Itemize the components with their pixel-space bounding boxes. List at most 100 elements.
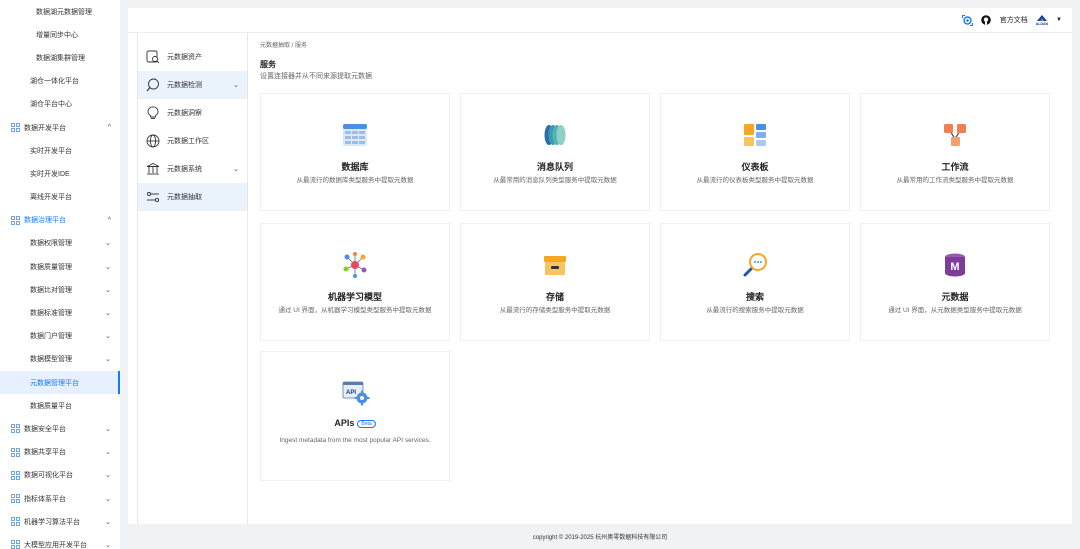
service-card-title-text: 存储	[545, 292, 564, 302]
top-header: 官方文档 ALDAN ▼	[128, 8, 1072, 32]
sidebar-item[interactable]: 指标体系平台 ⌄	[0, 487, 120, 510]
sidebar-item[interactable]: 数据模型管理 ⌄	[0, 348, 120, 371]
sidebar-item[interactable]: 实时开发IDE	[0, 162, 120, 185]
platform-icon	[11, 215, 20, 225]
subnav-item[interactable]: 元数据洞察	[138, 99, 247, 127]
brand-logo[interactable]: ALDAN	[1036, 14, 1048, 26]
sidebar-item-label: 数据标准管理	[30, 310, 72, 318]
sidebar-item[interactable]: 数据安全平台 ⌄	[0, 417, 120, 440]
sidebar-item[interactable]: 数据权限管理 ⌄	[0, 232, 120, 255]
sidebar-item[interactable]: 数据开发平台 ^	[0, 116, 120, 139]
sidebar-item[interactable]: 湖仓一体化平台	[0, 70, 120, 93]
docs-link[interactable]: 官方文档	[1000, 15, 1028, 25]
sidebar-item-label: 数据质量平台	[30, 402, 72, 410]
subnav-icon	[146, 78, 160, 92]
service-card-title-text: 工作流	[941, 162, 969, 172]
settings-eye-icon[interactable]	[961, 14, 973, 26]
chevron-icon: ^	[107, 124, 111, 132]
service-card-title: 元数据	[861, 290, 1049, 303]
sidebar-item[interactable]: 元数据管理平台	[0, 371, 120, 395]
sidebar-item[interactable]: 数据门户管理 ⌄	[0, 325, 120, 348]
content-panel: 元数据资产 元数据检测 ⌄ 元数据洞察元数据工作区元数据系统 ⌄ 元数据抽取 元数据抽取 …	[128, 32, 1072, 525]
sidebar-item-label: 数据权限管理	[30, 240, 72, 248]
sidebar-item[interactable]: 大模型应用开发平台 ⌄	[0, 533, 120, 549]
platform-icon	[11, 447, 20, 457]
service-card-title: APIs Beta	[261, 418, 449, 428]
sidebar-item[interactable]: 数据质量平台	[0, 394, 120, 417]
user-dropdown-icon[interactable]: ▼	[1056, 17, 1062, 23]
sidebar-item-label: 实时开发平台	[30, 147, 72, 155]
platform-icon	[11, 470, 20, 480]
sidebar-item[interactable]: 数据治理平台 ^	[0, 209, 120, 232]
sidebar-item[interactable]: 增量同步中心	[0, 23, 120, 46]
sidebar-item-label: 数据可视化平台	[24, 472, 73, 480]
sidebar-item[interactable]: 数据质量管理 ⌄	[0, 255, 120, 278]
service-card-title: 数据库	[261, 160, 449, 173]
service-card-description: 从最流行的数据库类型服务中提取元数据	[296, 177, 414, 184]
copyright-footer: copyright © 2019-2025 杭州奥零数据科技有限公司	[532, 535, 668, 541]
sidebar-item[interactable]: 数据标准管理 ⌄	[0, 301, 120, 324]
ml-model-icon	[342, 252, 368, 278]
chevron-icon: ⌄	[105, 425, 111, 433]
chevron-icon: ⌄	[105, 495, 111, 503]
sidebar-item[interactable]: 数据共享平台 ⌄	[0, 441, 120, 464]
message-queue-icon	[542, 122, 568, 148]
chevron-down-icon: ⌄	[233, 166, 239, 173]
breadcrumb[interactable]: 元数据抽取 / 服务	[260, 40, 307, 49]
service-card-title-text: 数据库	[341, 162, 369, 172]
page-title: 服务	[260, 60, 276, 69]
subnav-item[interactable]: 元数据检测 ⌄	[138, 71, 247, 99]
sidebar-item[interactable]: 离线开发平台	[0, 186, 120, 209]
services-main: 元数据抽取 / 服务 服务 设置连接器并从不同来源提取元数据 数据库 从最流行的数…	[260, 33, 1072, 524]
chevron-icon: ^	[107, 216, 111, 224]
subnav-icon	[146, 134, 160, 148]
subnav-icon	[146, 106, 160, 120]
sidebar-item[interactable]: 实时开发平台	[0, 139, 120, 162]
sidebar-item[interactable]: 数据湖元数据管理	[0, 0, 120, 23]
subnav-item-label: 元数据工作区	[167, 138, 209, 145]
subnav-item[interactable]: 元数据系统 ⌄	[138, 155, 247, 183]
service-card[interactable]: 搜索 从最流行的搜索服务中提取元数据	[660, 223, 850, 341]
beta-badge: Beta	[357, 419, 376, 428]
service-card[interactable]: M 元数据通过 UI 界面，从元数据类型服务中提取元数据	[860, 223, 1050, 341]
chevron-icon: ⌄	[105, 541, 111, 549]
metadata-subnav: 元数据资产 元数据检测 ⌄ 元数据洞察元数据工作区元数据系统 ⌄ 元数据抽取	[137, 33, 248, 525]
chevron-icon: ⌄	[105, 472, 111, 480]
sidebar-item-label: 湖仓一体化平台	[30, 78, 79, 86]
service-card-description: 从最常用的消息队列类型服务中提取元数据	[493, 177, 617, 184]
platform-icon	[11, 540, 20, 549]
platform-icon	[11, 123, 20, 132]
sidebar-item-label: 大模型应用开发平台	[24, 541, 87, 549]
service-card-description: 从最流行的搜索服务中提取元数据	[706, 307, 804, 314]
github-icon[interactable]	[981, 15, 992, 26]
sidebar-item[interactable]: 机器学习算法平台 ⌄	[0, 510, 120, 533]
service-card-description: 从最流行的存储类型服务中提取元数据	[499, 307, 611, 314]
chevron-icon: ⌄	[105, 310, 111, 318]
sidebar-item[interactable]: 湖仓平台中心	[0, 93, 120, 116]
subnav-item[interactable]: 元数据抽取	[138, 183, 247, 211]
service-card[interactable]: 机器学习模型 通过 UI 界面，从机器学习模型类型服务中提取元数据	[260, 223, 450, 341]
sidebar-item-label: 数据模型管理	[30, 356, 72, 364]
sidebar-item[interactable]: 数据湖集群管理	[0, 46, 120, 69]
sidebar-item-label: 元数据管理平台	[30, 379, 79, 387]
service-card-title: 机器学习模型	[261, 290, 449, 303]
subnav-icon	[146, 190, 160, 204]
service-card[interactable]: API APIs Beta Ingest metadata from the most…	[260, 351, 450, 481]
service-card[interactable]: 工作流 从最常用的工作流类型服务中提取元数据	[860, 93, 1050, 211]
subnav-item[interactable]: 元数据资产	[138, 43, 247, 71]
service-card[interactable]: 存储从最流行的存储类型服务中提取元数据	[460, 223, 650, 341]
svg-text:M: M	[950, 261, 959, 273]
sidebar-item[interactable]: 数据可视化平台 ⌄	[0, 464, 120, 487]
subnav-item[interactable]: 元数据工作区	[138, 127, 247, 155]
service-card[interactable]: 消息队列 从最常用的消息队列类型服务中提取元数据	[460, 93, 650, 211]
service-card[interactable]: 数据库从最流行的数据库类型服务中提取元数据	[260, 93, 450, 211]
service-card-description: 通过 UI 界面，从元数据类型服务中提取元数据	[888, 307, 1022, 314]
sidebar-item-label: 数据安全平台	[24, 425, 66, 433]
chevron-icon: ⌄	[105, 286, 111, 294]
chevron-icon: ⌄	[105, 240, 111, 248]
service-card[interactable]: 仪表板 从最流行的仪表板类型服务中提取元数据	[660, 93, 850, 211]
sidebar-item[interactable]: 数据比对管理 ⌄	[0, 278, 120, 301]
service-card-title-text: 机器学习模型	[327, 292, 382, 302]
chevron-icon: ⌄	[105, 356, 111, 364]
service-card-title: 工作流	[861, 160, 1049, 173]
